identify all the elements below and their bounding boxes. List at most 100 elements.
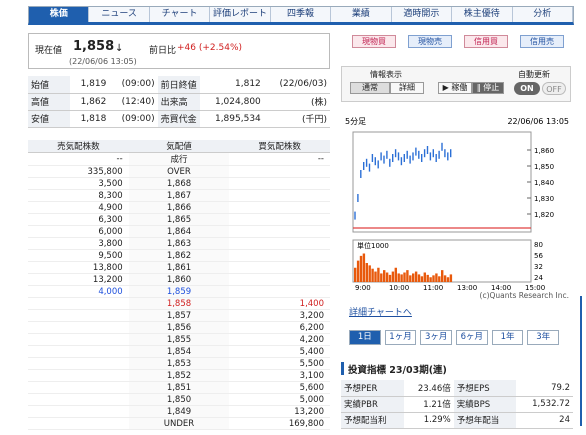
book-row: 1,851 5,600 [28,381,330,394]
detail-chart-link[interactable]: 詳細チャートへ [349,305,412,318]
vol-tick-label: 32 [534,263,543,271]
tab-8[interactable]: 分析 [513,7,573,22]
chart-datetime: 22/06/06 13:05 [507,117,569,126]
tab-2[interactable]: チャート [150,7,211,22]
book-cell: 5,400 [229,345,330,358]
book-cell [229,189,330,202]
cash-buy-button[interactable]: 現物買 [352,35,396,48]
indicator-cell: 予想配当利 [341,412,404,429]
volume-bar [385,272,389,282]
price-box: 現在値 1,858 ↓ (22/06/06 13:05) 前日比 +46 (+2… [28,33,330,69]
book-cell: 1,864 [128,225,230,238]
volume-bar [406,270,409,282]
period-1[interactable]: 1ヶ月 [384,330,417,345]
book-cell: 1,863 [128,237,230,250]
tab-6[interactable]: 適時開示 [392,7,453,22]
tab-1[interactable]: ニュース [89,7,150,22]
book-row: UNDER 169,800 [28,417,330,430]
volume-bar [383,270,386,282]
tab-7[interactable]: 株主優待 [452,7,513,22]
mode-normal-button[interactable]: 通常 [350,82,390,94]
book-cell: 1,852 [128,369,230,382]
book-header: 売気配株数 気配値 買気配株数 [28,140,330,153]
volume-bar [441,270,444,282]
indicator-cell: 実績BPS [453,396,517,413]
current-price-label: 現在値 [35,46,63,56]
book-cell: 1,400 [229,297,330,310]
tab-3[interactable]: 評価レポート [210,7,271,22]
book-row: 6,300 1,865 [28,213,330,226]
period-4[interactable]: 1年 [491,330,524,345]
stats-cell: (09:00) [109,76,158,94]
book-header-cell: 買気配株数 [229,140,330,153]
indicators-title: 投資指標 23/03期(連) [341,362,573,376]
tab-5[interactable]: 業績 [331,7,392,22]
book-row: 1,849 13,200 [28,405,330,418]
indicator-cell: 1.29% [403,412,454,429]
auto-update-on[interactable]: ON [514,82,540,95]
tab-0[interactable]: 株価 [29,7,90,22]
volume-bar [420,276,424,282]
book-cell: 1,854 [128,345,230,358]
volume-bar [368,265,371,282]
book-cell [28,357,129,370]
stats-cell: 売買代金 [157,110,200,128]
book-cell: 1,850 [128,393,230,406]
change-value: +46 (+2.54%) [177,43,243,53]
book-row: 8,300 1,867 [28,189,330,202]
book-cell: 1,868 [128,177,230,190]
vol-tick-label: 56 [534,252,543,260]
book-row: 335,800 OVER [28,165,330,178]
volume-bar [417,274,421,282]
volume-bar [409,275,412,282]
play-button[interactable]: ▶ 稼働 [438,82,472,94]
volume-bar [391,271,395,282]
stats-cell: (千円) [263,110,330,128]
tab-4[interactable]: 四季報 [271,7,332,22]
book-cell: 335,800 [28,165,129,178]
volume-bar [354,267,357,282]
cash-sell-button[interactable]: 現物売 [408,35,452,48]
indicator-row: 予想PER 23.46倍 予想EPS 79.2 [341,380,573,397]
y-tick-label: 1,860 [534,147,554,155]
period-0[interactable]: 1日 [349,330,381,345]
volume-bar [443,275,447,282]
stats-cell: 高値 [28,93,70,111]
book-cell: 1,866 [128,201,230,214]
volume-bar [438,276,441,282]
volume-bar [397,273,400,282]
stats-cell: 1,024,800 [199,93,264,111]
book-cell [28,405,129,418]
vol-tick-label: 80 [534,241,543,249]
display-controls: 情報表示 通常 詳細 ▶ 稼働 ‖ 停止 自動更新 ON OFF [341,66,571,102]
period-5[interactable]: 3年 [527,330,560,345]
book-cell: 5,500 [229,357,330,370]
indicators-panel: 投資指標 23/03期(連) 予想PER 23.46倍 予想EPS 79.2 実績PBR… [341,362,573,429]
book-cell: 6,000 [28,225,129,238]
book-cell: 4,200 [229,333,330,346]
book-row: 1,853 5,500 [28,357,330,370]
book-cell: -- [28,152,129,166]
book-cell: 3,200 [229,309,330,322]
margin-buy-button[interactable]: 信用買 [464,35,508,48]
pause-button[interactable]: ‖ 停止 [472,82,504,94]
mode-detail-button[interactable]: 詳細 [390,82,424,94]
stats-cell: (株) [263,93,330,111]
period-3[interactable]: 6ヶ月 [456,330,488,345]
volume-bar [426,274,429,282]
auto-update-off[interactable]: OFF [542,82,566,95]
book-cell: 3,100 [229,369,330,382]
volume-unit: 単位1000 [357,241,389,250]
volume-bar [362,253,366,282]
volume-bar [449,274,453,282]
book-cell: 1,851 [128,381,230,394]
margin-sell-button[interactable]: 信用売 [520,35,564,48]
indicator-cell: 1.21倍 [403,396,454,413]
book-cell: 13,200 [28,273,129,286]
volume-bar [377,267,380,282]
volume-bar [412,273,415,282]
book-cell: 3,800 [28,237,129,250]
book-cell [229,273,330,286]
period-2[interactable]: 3ヶ月 [420,330,453,345]
book-cell [229,177,330,190]
